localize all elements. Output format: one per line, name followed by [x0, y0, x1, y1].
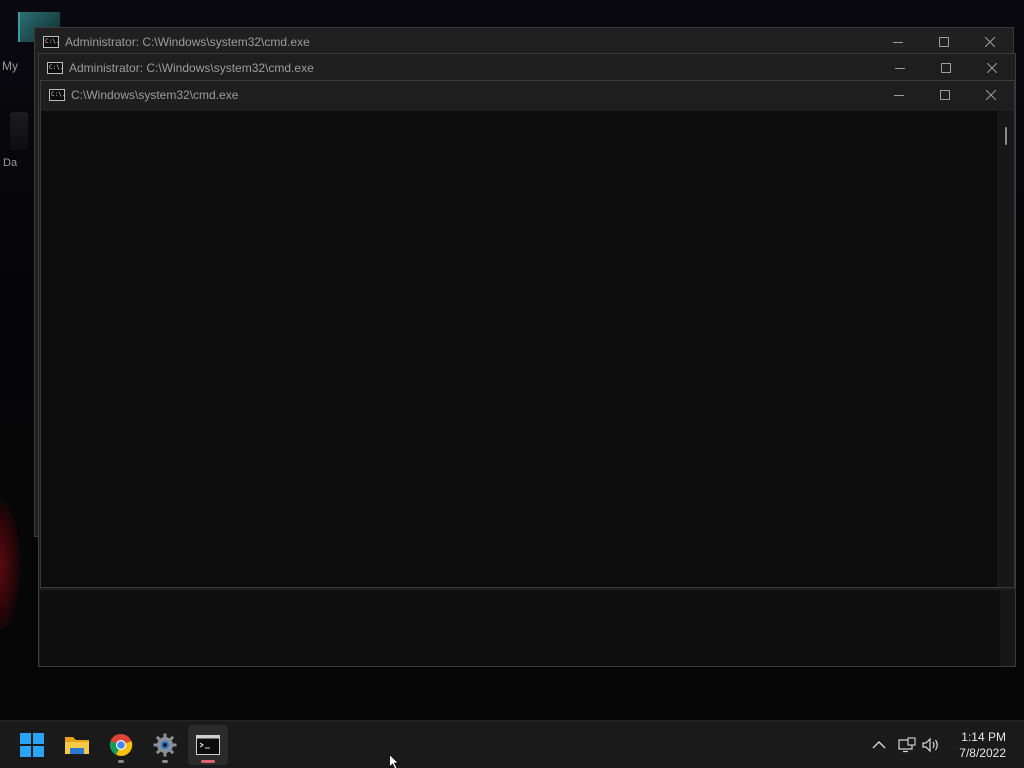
close-icon — [987, 63, 997, 73]
minimize-icon — [893, 42, 903, 43]
console-output[interactable] — [41, 111, 997, 587]
terminal-icon — [196, 735, 220, 755]
close-button[interactable] — [969, 54, 1015, 82]
terminal-button[interactable] — [188, 725, 228, 765]
clock-time: 1:14 PM — [961, 730, 1006, 744]
scrollbar[interactable] — [997, 111, 1014, 587]
cmd-window-3[interactable]: C:\. C:\Windows\system32\cmd.exe — [40, 80, 1015, 588]
chevron-up-icon — [872, 741, 886, 749]
minimize-button[interactable] — [877, 54, 923, 82]
close-button[interactable] — [967, 28, 1013, 56]
file-explorer-button[interactable] — [57, 725, 97, 765]
desktop-item-icon[interactable] — [10, 112, 28, 150]
folder-icon — [65, 737, 89, 754]
maximize-icon — [940, 90, 950, 100]
console-output[interactable] — [40, 590, 1000, 666]
running-indicator — [162, 760, 168, 763]
maximize-button[interactable] — [921, 28, 967, 56]
minimize-icon — [894, 95, 904, 96]
maximize-icon — [939, 37, 949, 47]
close-button[interactable] — [968, 81, 1014, 109]
cmd-icon: C:\. — [47, 62, 63, 74]
desktop-wallpaper-glow — [0, 500, 20, 630]
taskbar: 1:14 PM 7/8/2022 — [0, 720, 1024, 768]
window-title: Administrator: C:\Windows\system32\cmd.e… — [65, 35, 310, 49]
desktop-label-da: Da — [3, 157, 18, 169]
titlebar[interactable]: C:\. C:\Windows\system32\cmd.exe — [41, 81, 1014, 109]
chrome-button[interactable] — [101, 725, 141, 765]
maximize-button[interactable] — [923, 54, 969, 82]
titlebar[interactable]: C:\. Administrator: C:\Windows\system32\… — [35, 28, 1013, 56]
minimize-icon — [895, 68, 905, 69]
cmd-icon: C:\. — [43, 36, 59, 48]
desktop-label-my: My — [2, 59, 18, 73]
close-icon — [986, 90, 996, 100]
windows-logo-icon — [20, 733, 44, 757]
minimize-button[interactable] — [875, 28, 921, 56]
clock[interactable]: 1:14 PM 7/8/2022 — [959, 729, 1006, 761]
show-hidden-icons-button[interactable] — [869, 735, 889, 755]
minimize-button[interactable] — [876, 81, 922, 109]
scrollbar-thumb[interactable] — [1005, 127, 1007, 145]
mouse-pointer-icon — [389, 754, 400, 768]
cmd-icon: C:\. — [49, 89, 65, 101]
close-icon — [985, 37, 995, 47]
titlebar[interactable]: C:\. Administrator: C:\Windows\system32\… — [39, 54, 1015, 82]
window-title: Administrator: C:\Windows\system32\cmd.e… — [69, 61, 314, 75]
chrome-icon — [109, 733, 133, 756]
network-icon — [898, 737, 916, 753]
network-button[interactable] — [897, 735, 917, 755]
clock-date: 7/8/2022 — [959, 746, 1006, 760]
start-button[interactable] — [12, 725, 52, 765]
running-indicator — [118, 760, 124, 763]
maximize-button[interactable] — [922, 81, 968, 109]
volume-icon — [922, 737, 938, 753]
active-indicator — [201, 760, 215, 763]
settings-button[interactable] — [145, 725, 185, 765]
window-title: C:\Windows\system32\cmd.exe — [71, 88, 239, 102]
scrollbar[interactable] — [1000, 590, 1015, 666]
maximize-icon — [941, 63, 951, 73]
volume-button[interactable] — [921, 735, 941, 755]
gear-icon — [153, 733, 177, 757]
